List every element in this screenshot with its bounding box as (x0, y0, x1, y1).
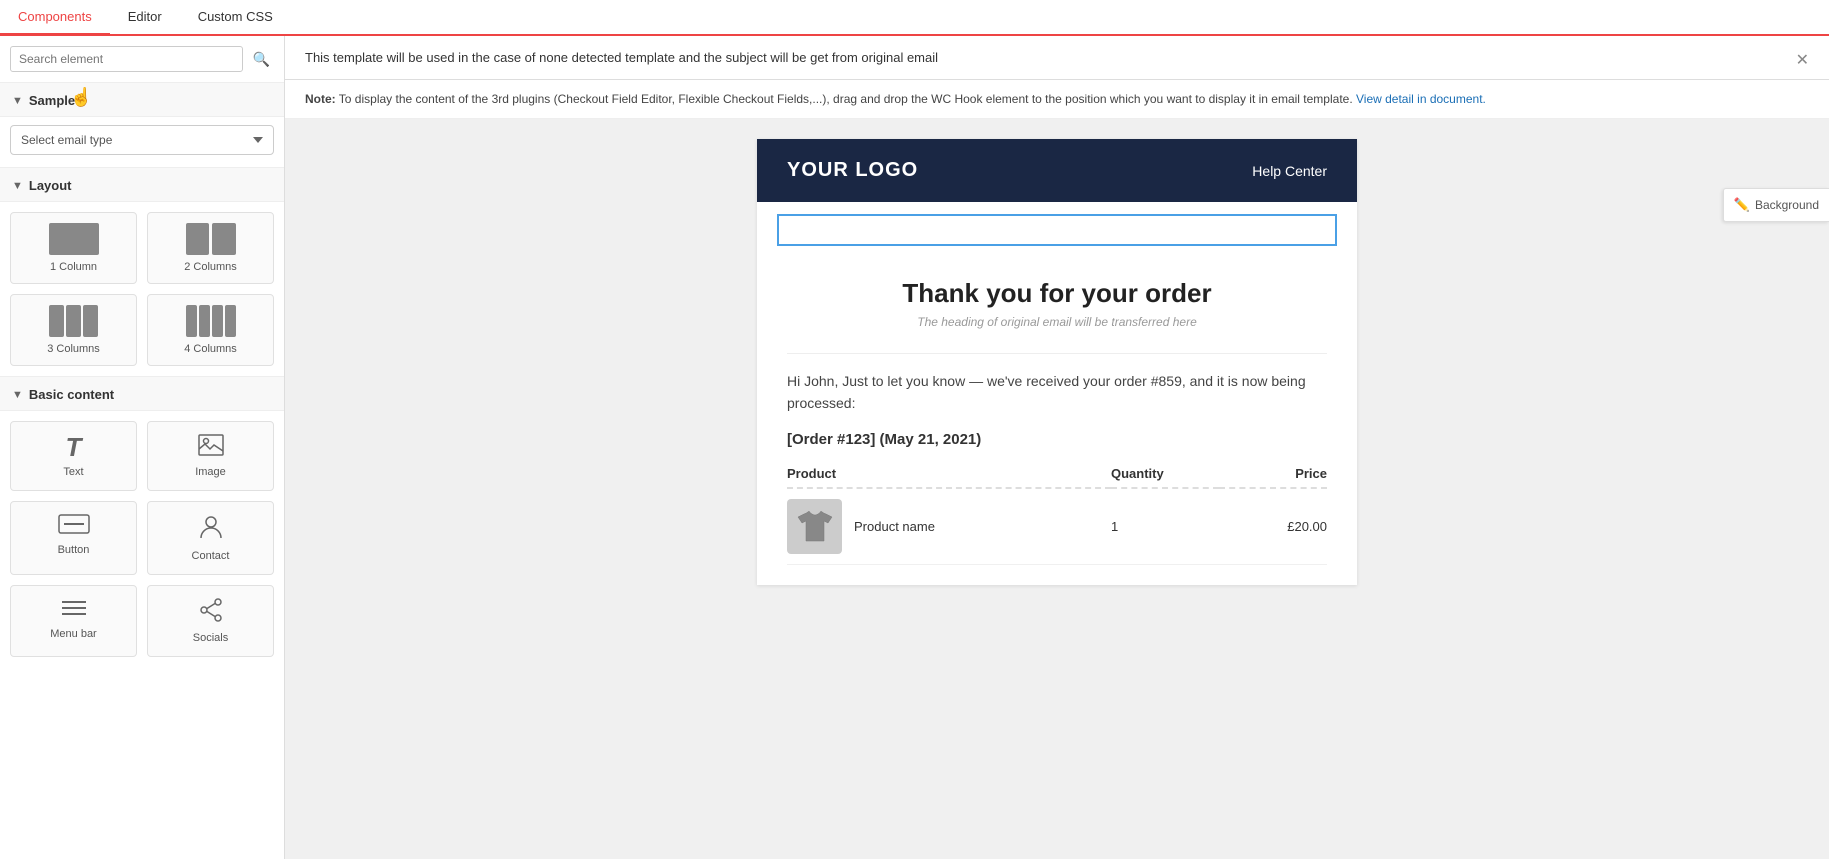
col-quantity: Quantity (1111, 460, 1219, 488)
col-product: Product (787, 460, 1111, 488)
tab-editor[interactable]: Editor (110, 0, 180, 36)
basic-content-grid: T Text Image (0, 411, 284, 667)
text-icon: T (66, 434, 82, 460)
email-preview: YOUR LOGO Help Center Thank you for your… (757, 139, 1357, 585)
layout-grid: 1 Column 2 Columns 3 Columns 4 Columns (0, 202, 284, 377)
shirt-icon (797, 509, 833, 543)
email-help-center: Help Center (1252, 163, 1327, 179)
quantity-cell: 1 (1111, 488, 1219, 565)
search-input[interactable] (10, 46, 243, 72)
background-button[interactable]: ✏️ Background (1723, 188, 1829, 222)
email-greeting: Hi John, Just to let you know — we've re… (787, 370, 1327, 415)
button-icon (58, 514, 90, 538)
layout-4col[interactable]: 4 Columns (147, 294, 274, 366)
sample-section: ☝️ Select email type Order confirmation … (0, 117, 284, 168)
sidebar: 🔍 ▼ Sample ☝️ Select email type Order co… (0, 36, 285, 859)
contact-icon (199, 514, 223, 544)
price-cell: £20.00 (1219, 488, 1327, 565)
socials-label: Socials (193, 632, 228, 644)
button-label: Button (58, 544, 90, 556)
2col-label: 2 Columns (184, 261, 237, 273)
socials-icon (198, 598, 224, 626)
email-logo: YOUR LOGO (787, 159, 918, 182)
close-icon[interactable]: ✕ (1796, 50, 1809, 70)
menu-bar-label: Menu bar (50, 628, 96, 640)
tab-custom-css[interactable]: Custom CSS (180, 0, 291, 36)
text-label: Text (63, 466, 83, 478)
search-button[interactable]: 🔍 (249, 49, 274, 70)
note-body-text: To display the content of the 3rd plugin… (339, 92, 1356, 106)
col-price: Price (1219, 460, 1327, 488)
email-subtitle: The heading of original email will be tr… (787, 315, 1327, 329)
basic-chevron-icon: ▼ (12, 389, 23, 401)
main-layout: 🔍 ▼ Sample ☝️ Select email type Order co… (0, 36, 1829, 859)
basic-contact[interactable]: Contact (147, 501, 274, 575)
note-link[interactable]: View detail in document. (1356, 92, 1486, 106)
email-order-id: [Order #123] (May 21, 2021) (787, 431, 1327, 448)
basic-menu-bar[interactable]: Menu bar (10, 585, 137, 657)
sample-section-header[interactable]: ▼ Sample (0, 83, 284, 117)
template-title-bar: This template will be used in the case o… (285, 36, 1829, 80)
4col-label: 4 Columns (184, 343, 237, 355)
search-bar: 🔍 (0, 36, 284, 83)
3col-label: 3 Columns (47, 343, 100, 355)
email-selected-bar[interactable] (777, 214, 1337, 246)
menu-bar-icon (60, 598, 88, 622)
email-title: Thank you for your order (787, 278, 1327, 309)
top-notice-text: This template will be used in the case o… (305, 50, 938, 65)
1col-label: 1 Column (50, 261, 97, 273)
contact-label: Contact (192, 550, 230, 562)
3col-icon (49, 305, 99, 337)
layout-1col[interactable]: 1 Column (10, 212, 137, 284)
sample-chevron-icon: ▼ (12, 95, 23, 107)
email-preview-wrapper: YOUR LOGO Help Center Thank you for your… (285, 119, 1829, 605)
product-cell: Product name (787, 488, 1111, 565)
layout-2col[interactable]: 2 Columns (147, 212, 274, 284)
layout-label: Layout (29, 178, 72, 193)
email-body: Thank you for your order The heading of … (757, 258, 1357, 585)
basic-text[interactable]: T Text (10, 421, 137, 491)
image-icon (198, 434, 224, 460)
pencil-icon: ✏️ (1734, 197, 1750, 213)
layout-3col[interactable]: 3 Columns (10, 294, 137, 366)
4col-icon (186, 305, 236, 337)
tab-components[interactable]: Components (0, 0, 110, 36)
1col-icon (49, 223, 99, 255)
background-label: Background (1755, 198, 1819, 212)
product-name: Product name (854, 519, 935, 534)
product-thumbnail (787, 499, 842, 554)
basic-socials[interactable]: Socials (147, 585, 274, 657)
order-table: Product Quantity Price (787, 460, 1327, 565)
email-header: YOUR LOGO Help Center (757, 139, 1357, 202)
note-label: Note: (305, 92, 336, 106)
basic-content-section-header[interactable]: ▼ Basic content (0, 377, 284, 411)
sample-label: Sample (29, 93, 75, 108)
email-type-select[interactable]: Select email type Order confirmation Ord… (10, 125, 274, 155)
image-label: Image (195, 466, 226, 478)
email-divider-1 (787, 353, 1327, 354)
2col-icon (186, 223, 236, 255)
basic-image[interactable]: Image (147, 421, 274, 491)
layout-section-header[interactable]: ▼ Layout (0, 168, 284, 202)
table-row: Product name 1 £20.00 (787, 488, 1327, 565)
content-area: This template will be used in the case o… (285, 36, 1829, 859)
basic-button[interactable]: Button (10, 501, 137, 575)
top-tabs-bar: Components Editor Custom CSS (0, 0, 1829, 36)
basic-content-label: Basic content (29, 387, 114, 402)
note-bar: Note: To display the content of the 3rd … (285, 80, 1829, 119)
layout-chevron-icon: ▼ (12, 180, 23, 192)
